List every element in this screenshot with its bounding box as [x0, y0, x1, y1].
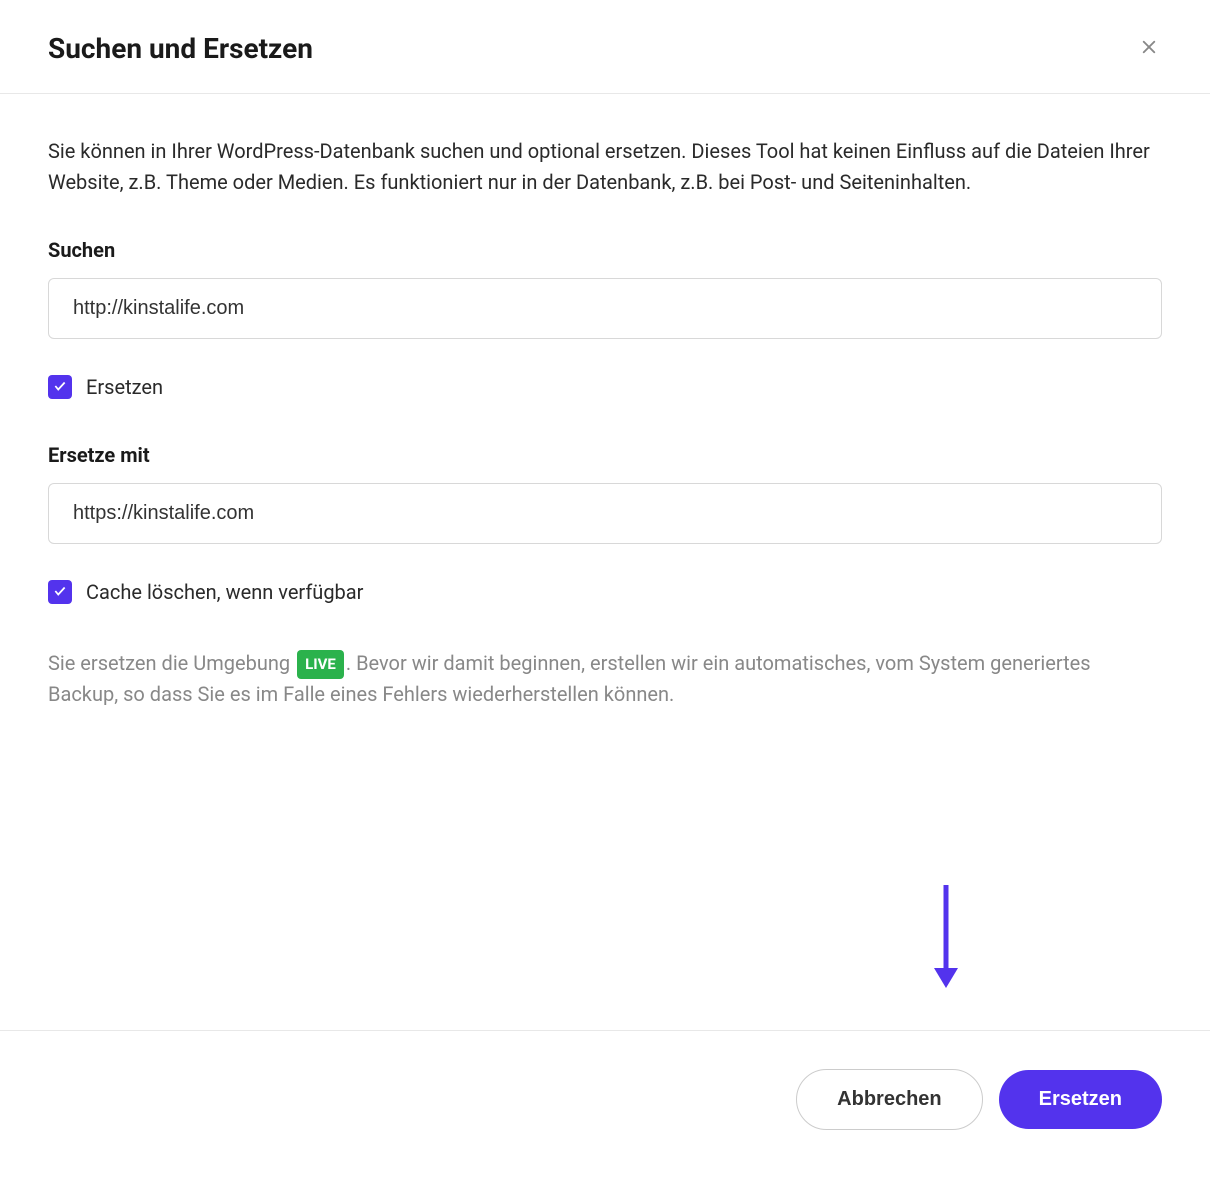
- close-button[interactable]: [1136, 34, 1162, 63]
- replace-with-field-group: Ersetze mit: [48, 443, 1162, 544]
- modal-content: Sie können in Ihrer WordPress-Datenbank …: [0, 94, 1210, 710]
- modal-title: Suchen und Ersetzen: [48, 32, 313, 65]
- replace-with-input[interactable]: [48, 483, 1162, 544]
- live-badge: LIVE: [297, 650, 344, 679]
- replace-checkbox-row: Ersetzen: [48, 375, 1162, 399]
- replace-with-label: Ersetze mit: [48, 443, 1162, 467]
- close-icon: [1140, 38, 1158, 59]
- modal-footer: Abbrechen Ersetzen: [0, 1030, 1210, 1178]
- search-input[interactable]: [48, 278, 1162, 339]
- modal-header: Suchen und Ersetzen: [0, 0, 1210, 94]
- submit-button[interactable]: Ersetzen: [999, 1070, 1162, 1129]
- clear-cache-checkbox[interactable]: [48, 580, 72, 604]
- check-icon: [53, 583, 67, 602]
- info-prefix: Sie ersetzen die Umgebung: [48, 651, 295, 675]
- clear-cache-checkbox-label: Cache löschen, wenn verfügbar: [86, 580, 363, 604]
- cancel-button[interactable]: Abbrechen: [796, 1069, 982, 1130]
- search-label: Suchen: [48, 238, 1162, 262]
- arrow-indicator-icon: [926, 880, 966, 994]
- check-icon: [53, 378, 67, 397]
- search-field-group: Suchen: [48, 238, 1162, 339]
- clear-cache-checkbox-row: Cache löschen, wenn verfügbar: [48, 580, 1162, 604]
- replace-checkbox[interactable]: [48, 375, 72, 399]
- replace-checkbox-label: Ersetzen: [86, 375, 163, 399]
- info-text: Sie ersetzen die Umgebung LIVE. Bevor wi…: [48, 648, 1162, 710]
- description-text: Sie können in Ihrer WordPress-Datenbank …: [48, 136, 1162, 198]
